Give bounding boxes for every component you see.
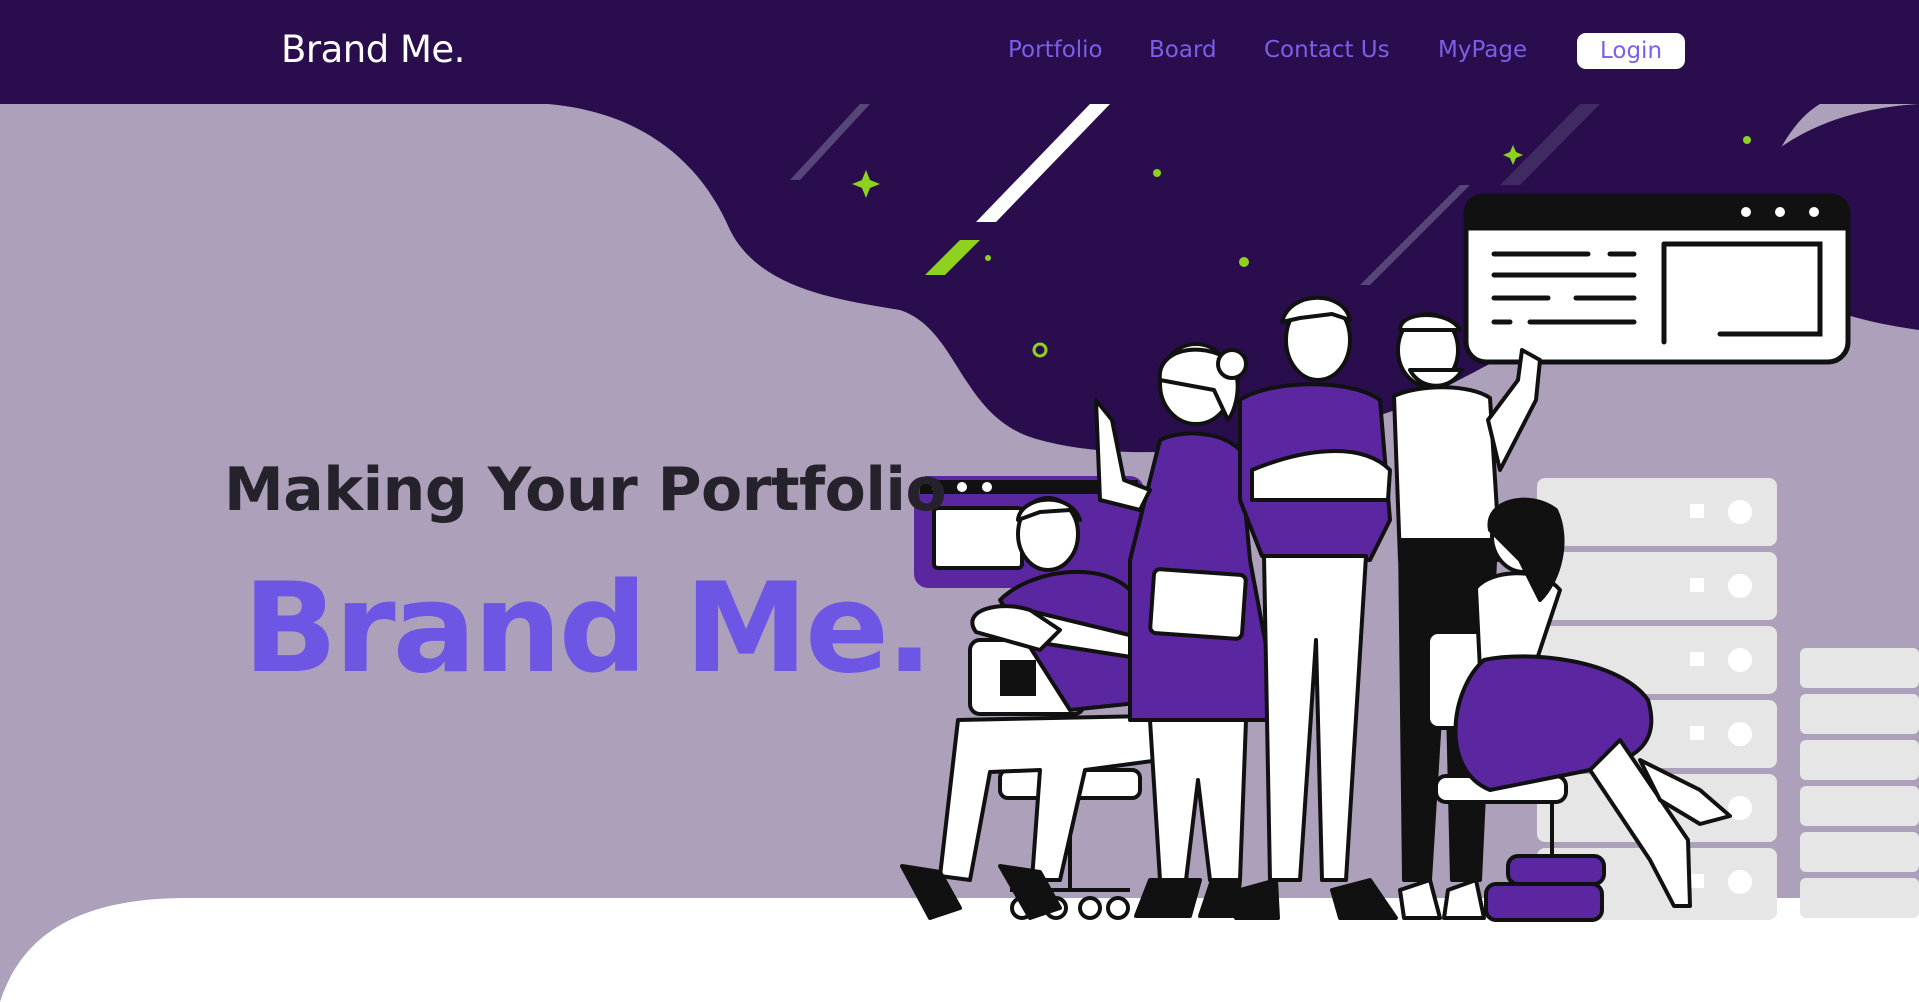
nav-link-board[interactable]: Board [1149,37,1217,63]
nav-link-mypage[interactable]: MyPage [1438,37,1527,63]
hero-section: Making Your Portfolio Brand Me. [0,0,947,800]
nav-link-contact-us[interactable]: Contact Us [1264,37,1390,63]
nav-link-portfolio[interactable]: Portfolio [1008,37,1103,63]
server-rack-right [1800,648,1919,918]
hero-title: Brand Me. [243,557,933,701]
browser-window-large [1463,193,1851,365]
nav-menu: Portfolio Board Contact Us MyPage Login [0,33,1919,73]
top-navbar: Brand Me. Portfolio Board Contact Us MyP… [0,0,1919,104]
login-button[interactable]: Login [1577,33,1685,69]
hero-subtitle: Making Your Portfolio [224,455,947,525]
